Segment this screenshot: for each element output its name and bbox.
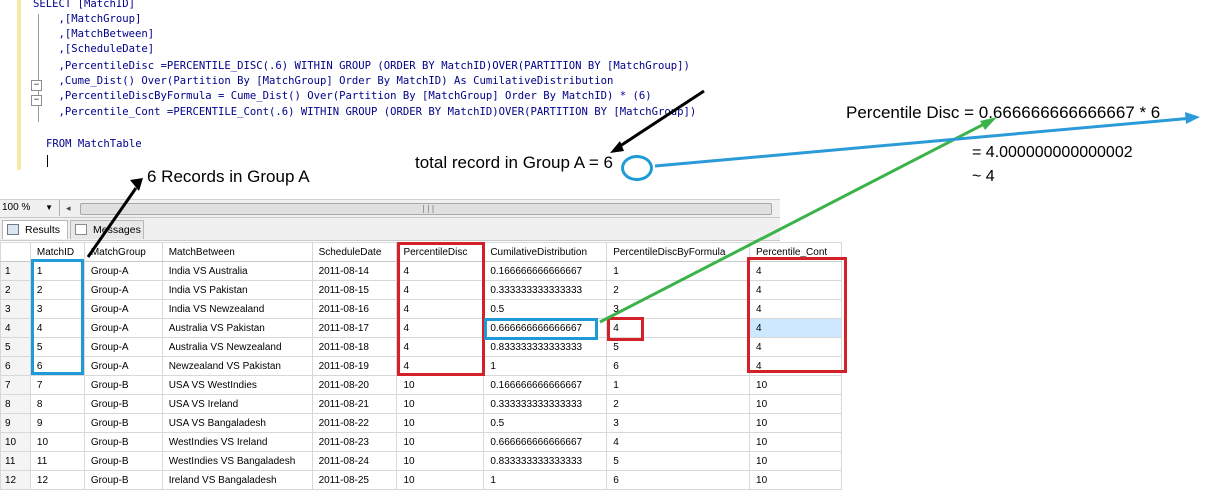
- black-arrowhead-total: [610, 141, 624, 153]
- formula-line-3: ~ 4: [972, 168, 995, 185]
- total-note: total record in Group A = 6: [415, 153, 613, 172]
- formula-line-2: = 4.000000000000002: [972, 144, 1133, 161]
- annotation-arrows: [86, 89, 1200, 324]
- records-note: 6 Records in Group A: [147, 167, 310, 186]
- blue-arrowhead: [1185, 112, 1200, 124]
- black-arrow-total: [616, 89, 705, 150]
- formula-line-1: Percentile Disc = 0.666666666666667 * 6: [846, 103, 1161, 122]
- black-arrow-records: [86, 187, 138, 258]
- green-arrow: [599, 119, 991, 324]
